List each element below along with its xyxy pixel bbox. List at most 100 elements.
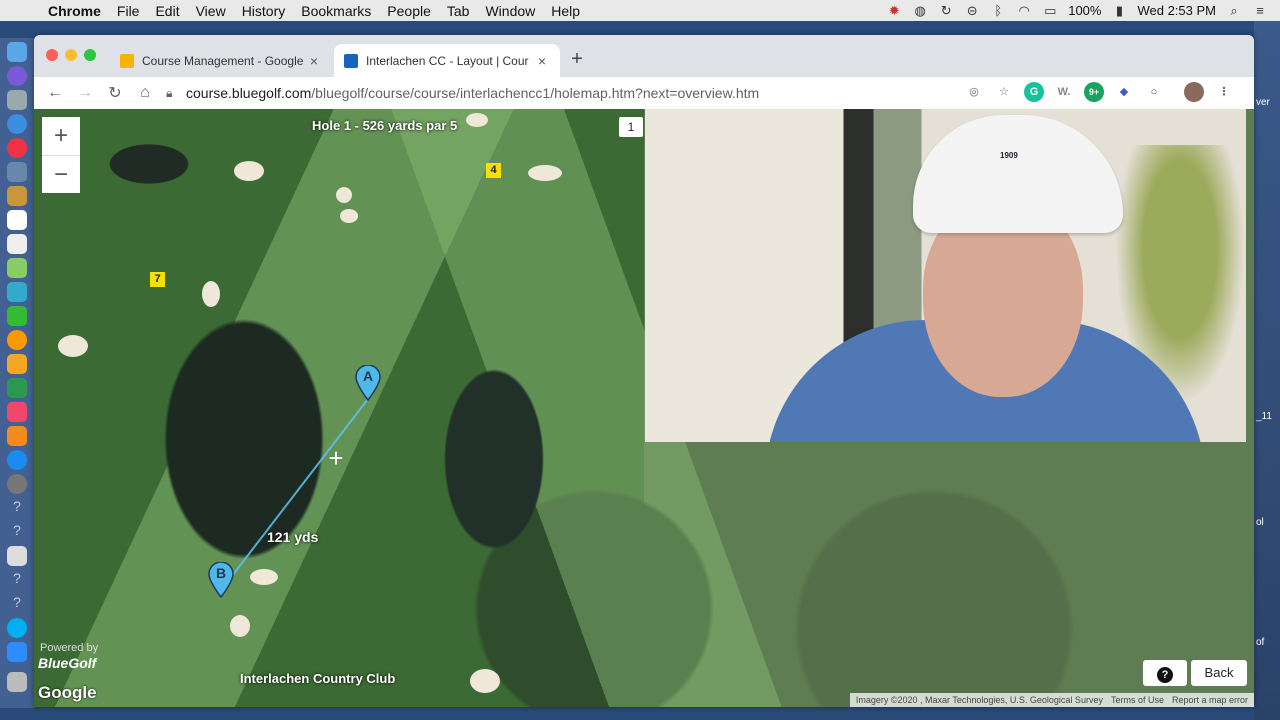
launchpad-dock-icon[interactable] <box>7 90 27 110</box>
menu-tab[interactable]: Tab <box>439 3 478 19</box>
menubar-clock[interactable]: Wed 2:53 PM <box>1137 3 1216 18</box>
sand-bunker <box>250 569 278 585</box>
desktop-label: of <box>1256 637 1265 648</box>
trash-dock-icon[interactable] <box>7 672 27 692</box>
chrome-menu-icon[interactable]: ⋮ <box>1214 82 1234 102</box>
sand-bunker <box>234 161 264 181</box>
menu-bookmarks[interactable]: Bookmarks <box>293 3 379 19</box>
sand-bunker <box>470 669 500 693</box>
music-dock-icon[interactable] <box>7 402 27 422</box>
finder-dock-icon[interactable] <box>7 42 27 62</box>
wifi-icon[interactable]: ◠ <box>1016 3 1032 18</box>
system-preferences-dock-icon[interactable] <box>7 474 27 494</box>
new-tab-button[interactable]: + <box>568 48 586 71</box>
location-icon[interactable]: ◎ <box>964 82 984 102</box>
close-window-button[interactable] <box>46 49 58 61</box>
hole-map[interactable]: + − Hole 1 - 526 yards par 5 1 4 7 A B +… <box>34 109 1254 707</box>
zoom-window-button[interactable] <box>84 49 96 61</box>
help-button[interactable]: ? <box>1143 660 1187 686</box>
w-extension-icon[interactable]: W. <box>1054 82 1074 102</box>
notification-app-icon[interactable]: ✹ <box>886 3 902 18</box>
back-button[interactable]: Back <box>1191 660 1247 686</box>
profile-avatar[interactable] <box>1184 82 1204 102</box>
menu-people[interactable]: People <box>379 3 439 19</box>
spotlight-search-icon[interactable]: ⌕ <box>1226 3 1242 18</box>
hole-number-marker[interactable]: 7 <box>150 272 165 287</box>
globe-icon[interactable]: ◍ <box>912 3 928 18</box>
menu-window[interactable]: Window <box>477 3 543 19</box>
unknown-app-icon[interactable]: ? <box>7 498 27 518</box>
tab-course-management[interactable]: Course Management - Google × <box>110 44 332 77</box>
stickies-dock-icon[interactable] <box>7 234 27 254</box>
tab-close-icon[interactable]: × <box>306 53 322 69</box>
messages-dock-icon[interactable] <box>7 282 27 302</box>
photos-dock-icon[interactable] <box>7 330 27 350</box>
menu-view[interactable]: View <box>188 3 234 19</box>
hole-selector-button[interactable]: 1 <box>619 117 643 137</box>
sand-bunker <box>340 209 358 223</box>
document-dock-icon[interactable] <box>7 546 27 566</box>
tab-interlachen-layout[interactable]: Interlachen CC - Layout | Cour × <box>334 44 560 77</box>
notes-dock-icon[interactable] <box>7 186 27 206</box>
safari-dock-icon[interactable] <box>7 114 27 134</box>
home-icon[interactable]: ⌂ <box>130 84 160 102</box>
battery-icon[interactable]: ▮ <box>1111 3 1127 18</box>
pages-dock-icon[interactable] <box>7 354 27 374</box>
map-attribution: Imagery ©2020 , Maxar Technologies, U.S.… <box>849 693 1254 707</box>
calendar-dock-icon[interactable] <box>7 210 27 230</box>
desktop-label: ver <box>1256 97 1270 108</box>
shield-extension-icon[interactable]: ◆ <box>1114 82 1134 102</box>
battery-percent: 100% <box>1068 3 1102 18</box>
grammarly-icon[interactable]: G <box>1024 82 1044 102</box>
bluegolf-logo[interactable]: BlueGolf <box>38 655 96 671</box>
unknown-app-icon[interactable]: ? <box>7 594 27 614</box>
menu-history[interactable]: History <box>234 3 294 19</box>
tab-close-icon[interactable]: × <box>534 53 550 69</box>
books-dock-icon[interactable] <box>7 426 27 446</box>
chrome-dock-icon[interactable] <box>7 138 27 158</box>
macos-menu-bar: Chrome File Edit View History Bookmarks … <box>0 0 1280 21</box>
lock-icon[interactable]: 🔒︎ <box>166 86 186 101</box>
sync-icon[interactable]: ↻ <box>938 3 954 18</box>
siri-dock-icon[interactable] <box>7 66 27 86</box>
menu-file[interactable]: File <box>109 3 148 19</box>
do-not-disturb-icon[interactable]: ⊝ <box>964 3 980 18</box>
marker-b-label: B <box>215 565 227 581</box>
preview-dock-icon[interactable] <box>7 162 27 182</box>
circle-extension-icon[interactable]: ○ <box>1144 82 1164 102</box>
zoom-out-button[interactable]: − <box>42 155 80 193</box>
menu-app-name[interactable]: Chrome <box>40 3 109 19</box>
report-map-error-link[interactable]: Report a map error <box>1172 695 1248 705</box>
marker-a-pin[interactable]: A <box>355 364 381 402</box>
tab-title: Course Management - Google <box>142 53 304 68</box>
photos-app-dock-icon[interactable] <box>7 258 27 278</box>
back-arrow-icon[interactable]: ← <box>40 84 70 102</box>
extensions-area: ◎ ☆ G W. 9+ ◆ ○ ⋮ <box>964 82 1234 102</box>
badge-extension-icon[interactable]: 9+ <box>1084 82 1104 102</box>
app-store-dock-icon[interactable] <box>7 450 27 470</box>
zoom-dock-icon[interactable] <box>7 642 27 662</box>
hole-number-marker[interactable]: 4 <box>486 163 501 178</box>
chrome-window: Course Management - Google × Interlachen… <box>34 35 1254 707</box>
notification-center-icon[interactable]: ≡ <box>1252 3 1268 18</box>
cap-logo-text: 1909 <box>1000 151 1018 160</box>
menu-help[interactable]: Help <box>543 3 588 19</box>
unknown-app-icon[interactable]: ? <box>7 570 27 590</box>
menu-edit[interactable]: Edit <box>147 3 187 19</box>
bluetooth-icon[interactable]: ᛒ <box>990 3 1006 18</box>
unknown-app-icon[interactable]: ? <box>7 522 27 542</box>
zoom-in-button[interactable]: + <box>42 117 80 155</box>
reload-icon[interactable]: ↻ <box>100 83 130 103</box>
airplay-icon[interactable]: ▭ <box>1042 3 1058 18</box>
numbers-dock-icon[interactable] <box>7 378 27 398</box>
facetime-dock-icon[interactable] <box>7 306 27 326</box>
forward-arrow-icon[interactable]: → <box>70 84 100 102</box>
browser-toolbar: ← → ↻ ⌂ 🔒︎ course.bluegolf.com/bluegolf/… <box>34 77 1254 109</box>
desktop-background: ver _11 ol of <box>1254 21 1280 720</box>
bookmark-star-icon[interactable]: ☆ <box>994 82 1014 102</box>
skype-dock-icon[interactable] <box>7 618 27 638</box>
terms-of-use-link[interactable]: Terms of Use <box>1111 695 1164 705</box>
address-bar[interactable]: 🔒︎ course.bluegolf.com/bluegolf/course/c… <box>166 80 1046 106</box>
marker-b-pin[interactable]: B <box>208 561 234 599</box>
minimize-window-button[interactable] <box>65 49 77 61</box>
